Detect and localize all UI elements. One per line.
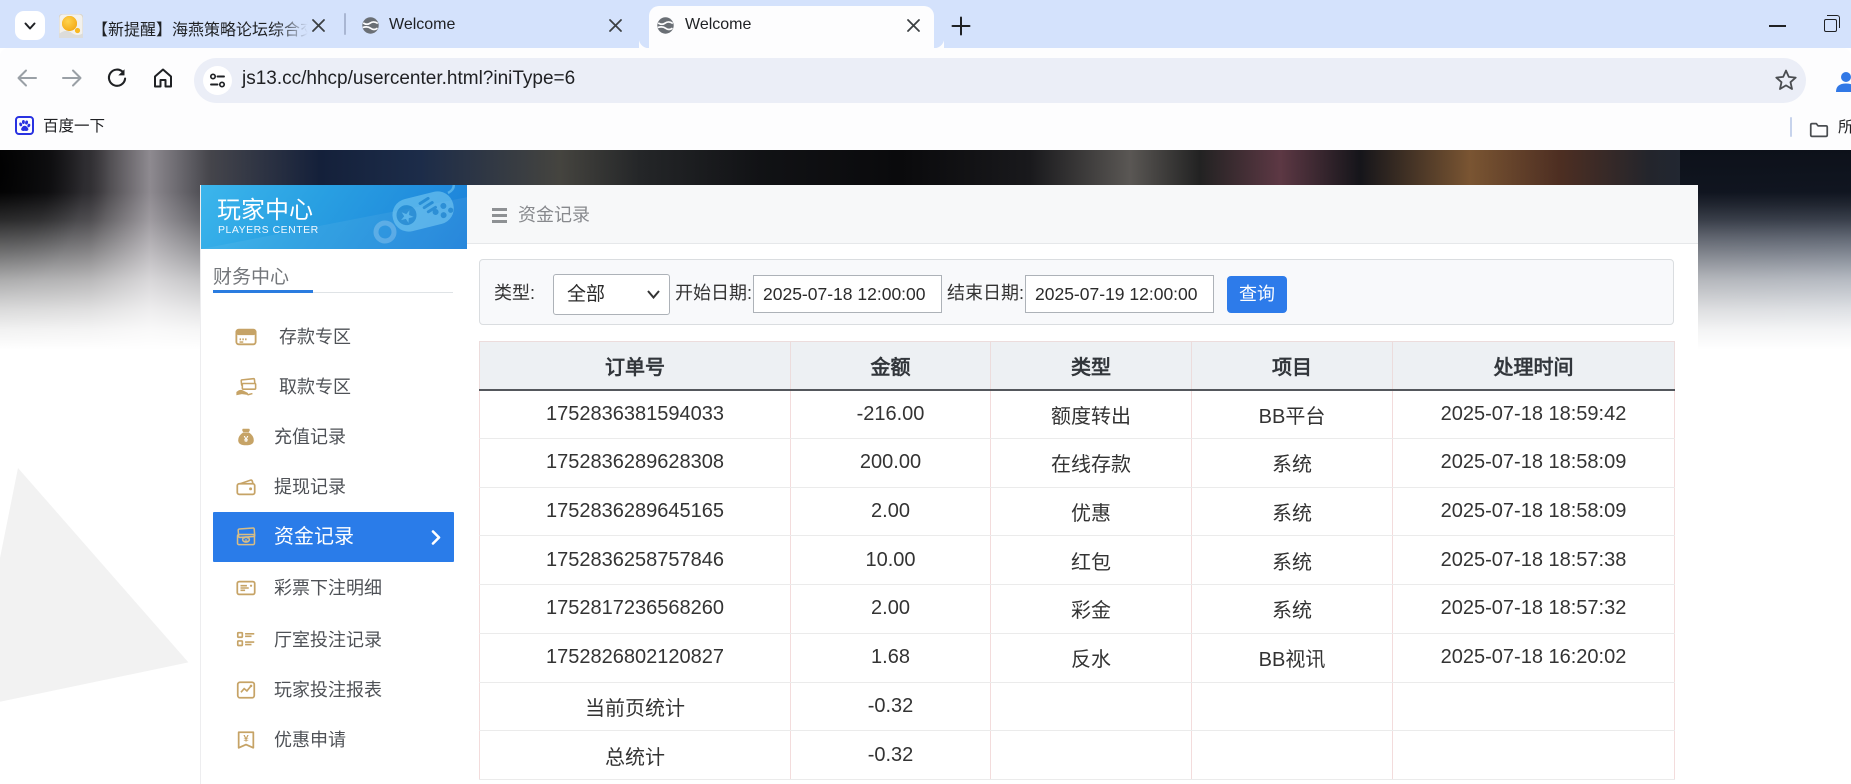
svg-text:¥: ¥ xyxy=(244,537,248,544)
svg-text:¥: ¥ xyxy=(243,733,249,744)
svg-text:¥: ¥ xyxy=(244,435,249,444)
